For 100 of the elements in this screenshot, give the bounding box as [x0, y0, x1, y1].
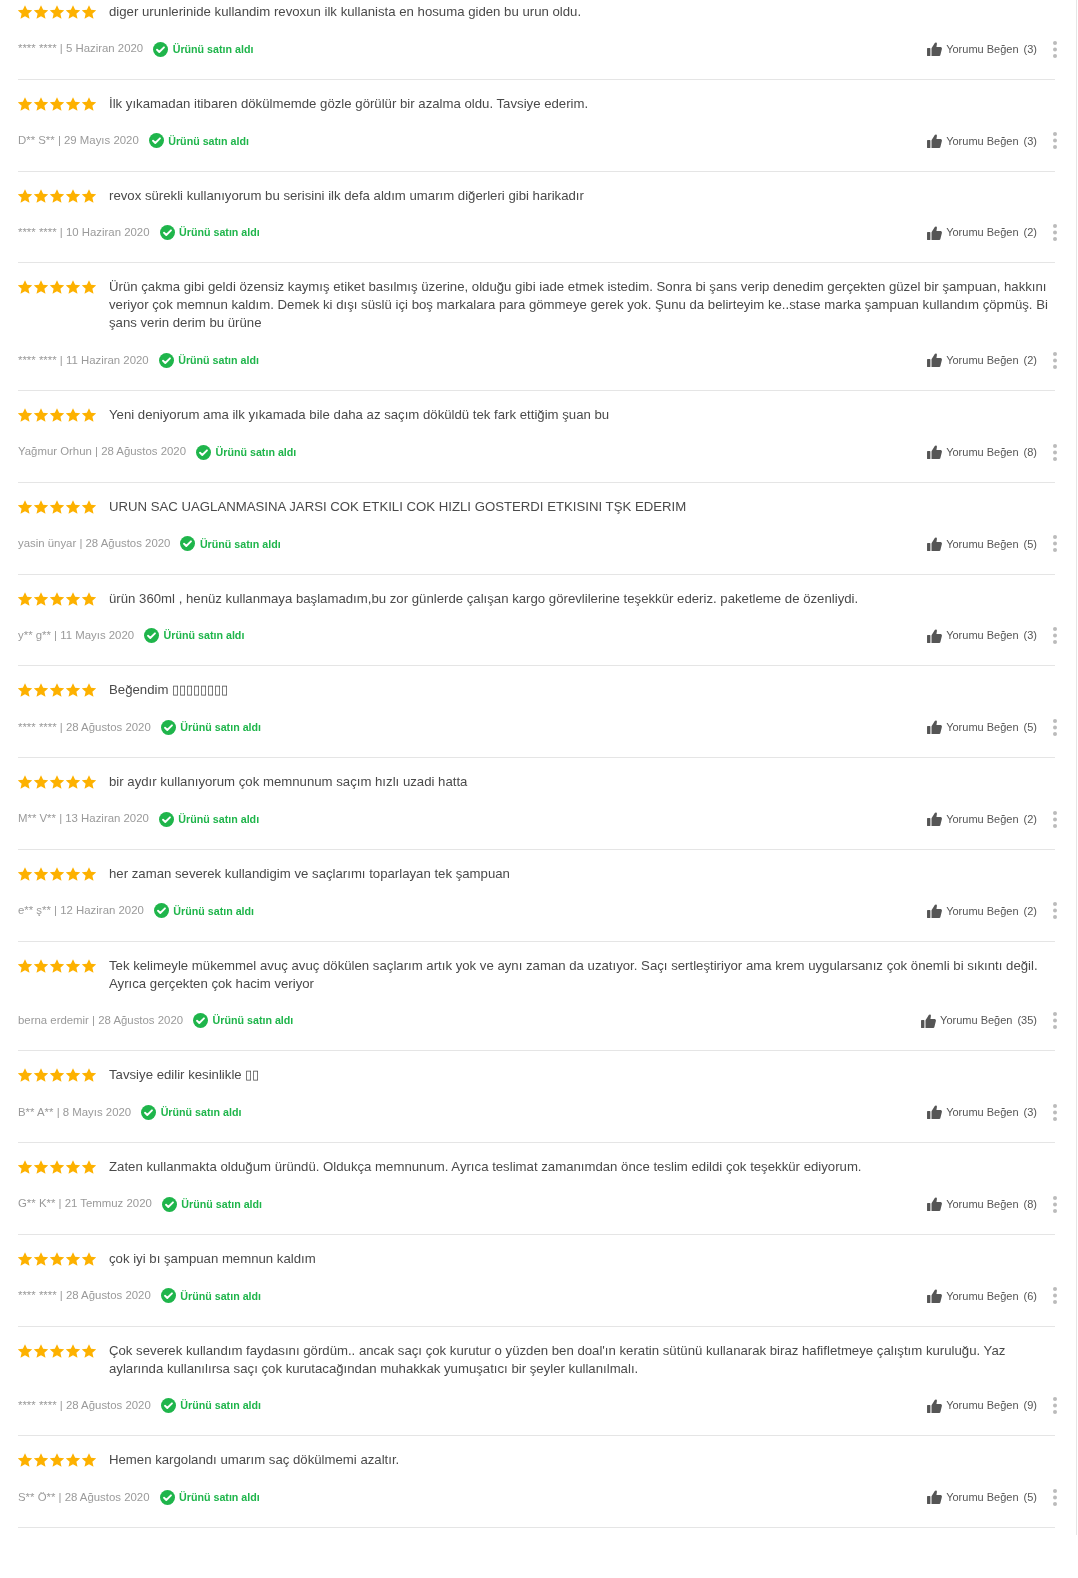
star-icon: [18, 958, 32, 973]
star-icon: [50, 775, 64, 789]
review-text: her zaman severek kullandigim ve saçlarımı toparlayan tek şampuan: [109, 864, 511, 883]
star-icon: [18, 683, 32, 698]
star-icon: [34, 408, 48, 422]
thumbs-up-icon: [927, 225, 943, 240]
like-button[interactable]: Yorumu Beğen (5): [927, 1489, 1037, 1506]
review-byline: D** S** | 29 Mayıs 2020: [18, 133, 139, 149]
like-button[interactable]: Yorumu Beğen (8): [927, 1195, 1037, 1213]
review-text: Ürün çakma gibi geldi özensiz kaymış etiket basılmış üzerine, olduğu gibi iade etmek istedim. Sonra bi şans verip denedim gerçekten güzel bir şampuan, hakkını veriyor çok memnun kaldım. Demek ki dışı süslü içi boş markalara para gömmeye gerek yok. Şunu da belirteyim ke..stase marka şampuan kullandım çöpmüş. Bi şans verin derim bu ürüne: [109, 278, 1049, 333]
star-icon: [34, 1160, 48, 1174]
star-icon: [82, 1453, 96, 1468]
star-icon: [18, 591, 32, 606]
more-options-icon[interactable]: [1053, 351, 1057, 369]
verified-label: Ürünü satın aldı: [181, 1196, 263, 1212]
verified-label: Ürünü satın aldı: [180, 720, 262, 736]
star-icon: [18, 188, 32, 203]
more-options-icon[interactable]: [1053, 627, 1057, 644]
star-icon: [50, 1068, 64, 1083]
star-icon: [66, 5, 80, 19]
more-options-icon[interactable]: [1053, 535, 1057, 553]
star-icon: [66, 1160, 80, 1174]
more-options-icon[interactable]: [1053, 1287, 1057, 1305]
star-icon: [66, 188, 80, 203]
thumbs-up-icon: [921, 1013, 937, 1028]
star-icon: [66, 1068, 80, 1083]
like-button[interactable]: Yorumu Beğen (2): [927, 224, 1037, 241]
star-icon: [82, 280, 96, 295]
more-options-icon[interactable]: [1053, 1195, 1057, 1213]
star-icon: [66, 775, 80, 789]
star-icon: [66, 499, 80, 514]
more-options-icon[interactable]: [1053, 443, 1057, 461]
like-button[interactable]: Yorumu Beğen (2): [927, 810, 1037, 828]
star-icon: [66, 1251, 80, 1266]
more-options-icon[interactable]: [1053, 902, 1057, 920]
more-options-icon[interactable]: [1053, 132, 1057, 150]
more-options-icon[interactable]: [1053, 718, 1057, 736]
like-button[interactable]: Yorumu Beğen (3): [927, 40, 1037, 58]
review-byline: Yağmur Orhun | 28 Ağustos 2020: [18, 444, 187, 460]
more-options-icon[interactable]: [1053, 1488, 1057, 1506]
more-options-icon[interactable]: [1053, 40, 1057, 58]
review-byline: M** V** | 13 Haziran 2020: [18, 811, 149, 827]
star-icon: [34, 1453, 48, 1468]
review-byline: B** A** | 8 Mayıs 2020: [18, 1104, 132, 1120]
like-button[interactable]: Yorumu Beğen (2): [927, 352, 1037, 369]
star-icon: [82, 1251, 96, 1266]
star-icon: [82, 591, 96, 606]
star-icon: [34, 188, 48, 203]
verified-label: Ürünü satın aldı: [180, 1398, 262, 1414]
star-icon: [50, 188, 64, 203]
star-icon: [50, 499, 64, 514]
like-button[interactable]: Yorumu Beğen (9): [927, 1397, 1037, 1414]
like-button[interactable]: Yorumu Beğen (5): [927, 719, 1037, 736]
like-button[interactable]: Yorumu Beğen (3): [927, 132, 1037, 149]
like-button[interactable]: Yorumu Beğen (5): [927, 535, 1037, 552]
review-text: ürün 360ml , henüz kullanmaya başlamadım,bu zor günlerde çalışan kargo görevlilerine teşekkür ederiz. paketleme de özenliydi.: [109, 589, 860, 608]
review-byline: berna erdemir | 28 Ağustos 2020: [18, 1012, 184, 1028]
star-icon: [18, 499, 32, 514]
star-icon: [34, 775, 48, 789]
star-icon: [66, 96, 80, 111]
star-icon: [82, 96, 96, 111]
thumbs-up-icon: [927, 720, 943, 735]
star-icon: [34, 1343, 48, 1358]
like-button[interactable]: Yorumu Beğen (3): [927, 1104, 1037, 1121]
review-text: diger urunlerinide kullandim revoxun ilk kullanista en hosuma giden bu urun oldu.: [109, 3, 583, 21]
more-options-icon[interactable]: [1053, 1103, 1057, 1121]
like-button[interactable]: Yorumu Beğen (6): [927, 1287, 1037, 1304]
like-button[interactable]: Yorumu Beğen (35): [921, 1012, 1037, 1029]
more-options-icon[interactable]: [1053, 1012, 1057, 1029]
review-byline: **** **** | 28 Ağustos 2020: [18, 1288, 151, 1304]
review-byline: G** K** | 21 Temmuz 2020: [18, 1196, 152, 1212]
thumbs-up-icon: [927, 42, 943, 56]
star-icon: [34, 866, 48, 881]
star-icon: [50, 1251, 64, 1266]
thumbs-up-icon: [927, 628, 943, 643]
star-icon: [34, 499, 48, 514]
star-icon: [82, 1343, 96, 1358]
star-icon: [82, 1068, 96, 1083]
verified-label: Ürünü satın aldı: [178, 353, 259, 369]
more-options-icon[interactable]: [1053, 224, 1057, 241]
star-icon: [50, 408, 64, 422]
thumbs-up-icon: [927, 1197, 943, 1211]
review-byline: e** ş** | 12 Haziran 2020: [18, 903, 144, 919]
review-byline: **** **** | 11 Haziran 2020: [18, 352, 149, 368]
review-text: revox sürekli kullanıyorum bu serisini ilk defa aldım umarım diğerleri gibi harikadır: [109, 186, 585, 205]
more-options-icon[interactable]: [1053, 1397, 1057, 1414]
like-button[interactable]: Yorumu Beğen (8): [927, 443, 1037, 461]
verified-label: Ürünü satın aldı: [180, 1288, 262, 1304]
star-icon: [82, 775, 96, 789]
review-text: Beğendim ▯▯▯▯▯▯▯▯: [109, 681, 230, 700]
star-icon: [50, 591, 64, 606]
review-byline: **** **** | 28 Ağustos 2020: [18, 719, 151, 735]
verified-label: Ürünü satın aldı: [160, 1105, 242, 1121]
verified-label: Ürünü satın aldı: [199, 536, 281, 552]
like-button[interactable]: Yorumu Beğen (2): [927, 902, 1037, 919]
like-button[interactable]: Yorumu Beğen (3): [927, 627, 1037, 644]
star-icon: [50, 958, 64, 973]
star-icon: [82, 188, 96, 203]
more-options-icon[interactable]: [1053, 810, 1057, 828]
star-icon: [18, 280, 32, 295]
